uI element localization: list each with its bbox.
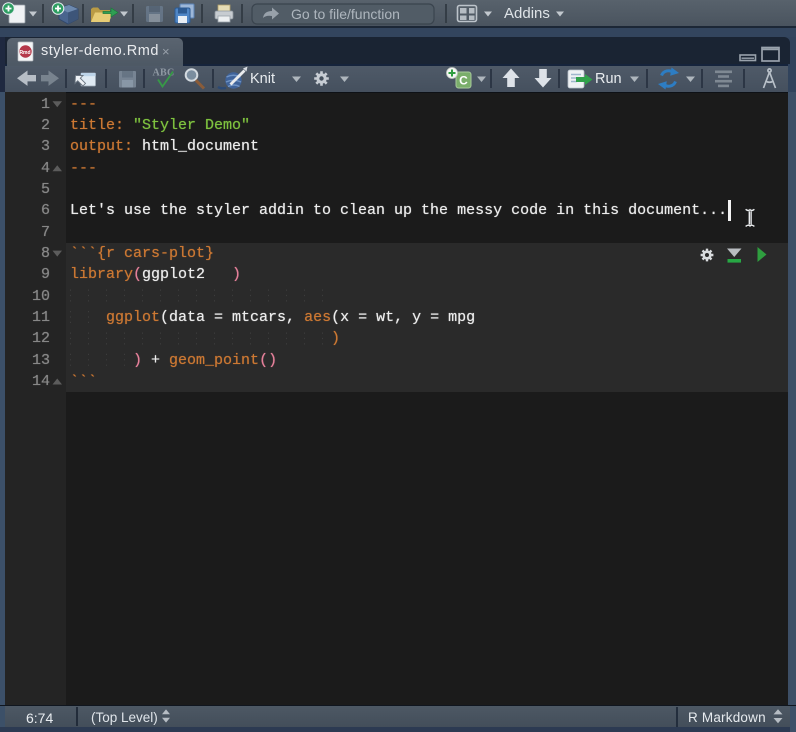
svg-text:Rmd: Rmd (19, 50, 30, 56)
svg-text:C: C (459, 74, 468, 88)
